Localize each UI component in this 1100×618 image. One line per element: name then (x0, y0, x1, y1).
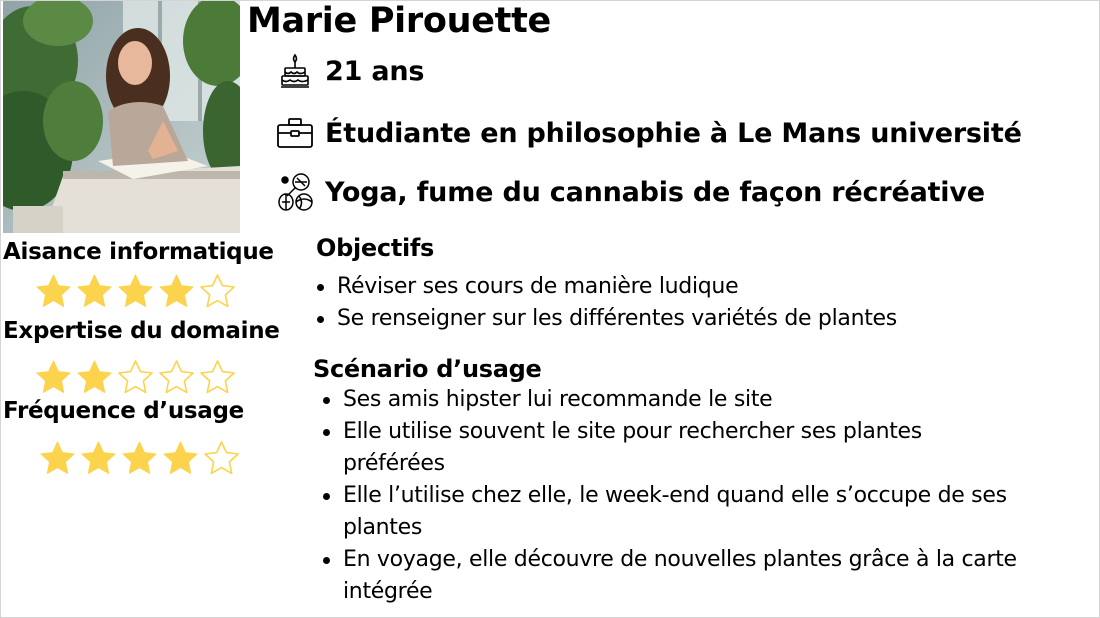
star-empty-icon (200, 360, 235, 394)
occupation-text: Étudiante en philosophie à Le Mans unive… (325, 117, 1022, 149)
hobbies-row: Yoga, fume du cannabis de façon récréati… (275, 172, 985, 212)
star-filled-icon (118, 274, 153, 307)
rating-stars-usage-frequency (37, 439, 242, 477)
persona-name: Marie Pirouette (247, 1, 551, 41)
rating-label-computer-skills: Aisance informatique (3, 239, 274, 265)
hobbies-text: Yoga, fume du cannabis de façon récréati… (325, 176, 985, 208)
star-empty-icon (200, 274, 235, 308)
objective-item: Se renseigner sur les différentes variét… (311, 303, 1011, 335)
star-filled-icon (36, 360, 71, 393)
briefcase-icon (275, 113, 315, 153)
rating-label-usage-frequency: Fréquence d’usage (3, 398, 244, 424)
star-empty-icon (118, 360, 153, 394)
objective-item: Réviser ses cours de manière ludique (311, 271, 1011, 303)
rating-label-domain-expertise: Expertise du domaine (3, 318, 280, 344)
star-filled-icon (77, 360, 112, 393)
scenario-item: En voyage, elle découvre de nouvelles pl… (317, 544, 1017, 608)
birthday-cake-icon (275, 51, 315, 91)
objectives-list: Réviser ses cours de manière ludique Se … (311, 271, 1011, 335)
age-row: 21 ans (275, 51, 424, 91)
scenario-title: Scénario d’usage (313, 355, 542, 383)
age-text: 21 ans (325, 55, 425, 87)
scenario-item: Ses amis hipster lui recommande le site (317, 384, 1017, 416)
objectives-title: Objectifs (316, 234, 435, 262)
star-filled-icon (81, 441, 116, 474)
rating-stars-computer-skills (33, 272, 238, 310)
sports-balls-icon (275, 172, 315, 212)
scenario-list: Ses amis hipster lui recommande le site … (317, 384, 1017, 608)
star-filled-icon (77, 274, 112, 307)
star-filled-icon (163, 441, 198, 474)
star-filled-icon (159, 274, 194, 307)
star-filled-icon (122, 441, 157, 474)
star-filled-icon (40, 441, 75, 474)
scenario-item: Elle utilise souvent le site pour recher… (317, 416, 1017, 480)
scenario-item: Elle l’utilise chez elle, le week-end qu… (317, 480, 1017, 544)
occupation-row: Étudiante en philosophie à Le Mans unive… (275, 113, 1022, 153)
star-empty-icon (204, 441, 239, 475)
star-empty-icon (159, 360, 194, 394)
rating-stars-domain-expertise (33, 358, 238, 396)
persona-card: Marie Pirouette 21 ans Étudiante en phil… (0, 0, 1100, 618)
star-filled-icon (36, 274, 71, 307)
persona-photo (3, 1, 240, 233)
